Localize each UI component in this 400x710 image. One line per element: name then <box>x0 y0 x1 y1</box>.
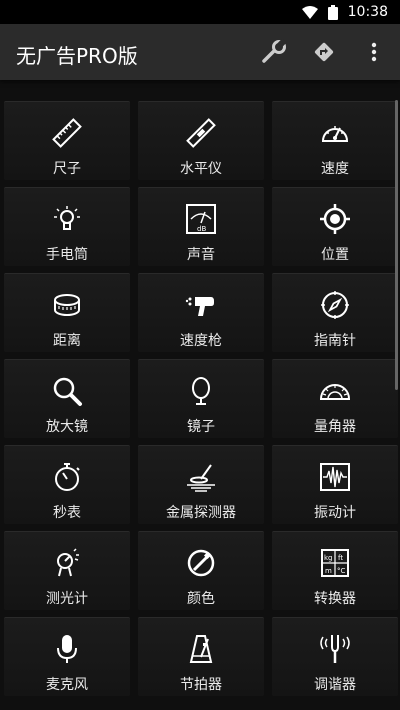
tool-label: 尺子 <box>53 161 81 177</box>
tool-converter[interactable]: kg ft m °C 转换器 <box>272 531 398 610</box>
tool-label: 声音 <box>187 247 215 263</box>
status-right: 10:38 <box>301 3 388 21</box>
tool-metal-detector[interactable]: 金属探测器 <box>138 445 264 524</box>
status-time: 10:38 <box>347 4 388 20</box>
tool-tuner[interactable]: 调谐器 <box>272 617 398 696</box>
svg-text:ft: ft <box>338 554 343 562</box>
tool-label: 位置 <box>321 247 349 263</box>
tool-label: 指南针 <box>314 333 356 349</box>
mirror-icon <box>184 374 218 408</box>
tool-microphone[interactable]: 麦克风 <box>4 617 130 696</box>
protractor-icon <box>318 374 352 408</box>
tool-label: 水平仪 <box>180 161 222 177</box>
tool-stopwatch[interactable]: 秒表 <box>4 445 130 524</box>
more-vert-icon <box>371 42 377 62</box>
metal-detector-icon <box>184 460 218 494</box>
scrollbar[interactable] <box>395 100 398 390</box>
tool-vibration[interactable]: 振动计 <box>272 445 398 524</box>
tool-protractor[interactable]: 量角器 <box>272 359 398 438</box>
speedometer-icon <box>318 116 352 150</box>
tool-light-meter[interactable]: 测光计 <box>4 531 130 610</box>
tool-label: 麦克风 <box>46 677 88 693</box>
more-options-button[interactable] <box>358 36 390 68</box>
navigation-icon <box>313 41 335 63</box>
tool-level[interactable]: 水平仪 <box>138 101 264 180</box>
tool-flashlight[interactable]: 手电筒 <box>4 187 130 266</box>
compass-icon <box>318 288 352 322</box>
tool-label: 速度 <box>321 161 349 177</box>
wrench-icon <box>261 39 287 65</box>
decibel-icon: dB <box>184 202 218 236</box>
vibration-icon <box>318 460 352 494</box>
svg-text:°C: °C <box>337 567 346 575</box>
svg-text:kg: kg <box>324 554 333 562</box>
converter-icon: kg ft m °C <box>318 546 352 580</box>
settings-button[interactable] <box>258 36 290 68</box>
tool-label: 镜子 <box>187 419 215 435</box>
battery-icon <box>327 4 338 20</box>
tool-location[interactable]: 位置 <box>272 187 398 266</box>
tool-label: 节拍器 <box>180 677 222 693</box>
tool-label: 金属探测器 <box>166 505 236 521</box>
tool-magnifier[interactable]: 放大镜 <box>4 359 130 438</box>
tool-color[interactable]: 颜色 <box>138 531 264 610</box>
tool-speed[interactable]: 速度 <box>272 101 398 180</box>
tool-label: 转换器 <box>314 591 356 607</box>
light-meter-icon <box>50 546 84 580</box>
tool-sound[interactable]: dB 声音 <box>138 187 264 266</box>
stopwatch-icon <box>50 460 84 494</box>
tool-label: 速度枪 <box>180 333 222 349</box>
appbar-actions <box>258 36 390 68</box>
tool-label: 放大镜 <box>46 419 88 435</box>
tool-metronome[interactable]: 节拍器 <box>138 617 264 696</box>
gps-target-icon <box>318 202 352 236</box>
tape-measure-icon <box>50 288 84 322</box>
ruler-icon <box>50 116 84 150</box>
app-bar: 无广告PRO版 <box>0 24 400 80</box>
tool-speed-gun[interactable]: 速度枪 <box>138 273 264 352</box>
magnifier-icon <box>50 374 84 408</box>
navigate-button[interactable] <box>308 36 340 68</box>
wifi-icon <box>301 5 318 19</box>
tool-label: 颜色 <box>187 591 215 607</box>
tool-label: 秒表 <box>53 505 81 521</box>
color-picker-icon <box>184 546 218 580</box>
tool-compass[interactable]: 指南针 <box>272 273 398 352</box>
tool-label: 测光计 <box>46 591 88 607</box>
tool-label: 调谐器 <box>314 677 356 693</box>
tool-label: 量角器 <box>314 419 356 435</box>
level-icon <box>184 116 218 150</box>
speed-gun-icon <box>184 288 218 322</box>
status-bar: 10:38 <box>0 0 400 24</box>
tools-grid: 尺子 水平仪 速度 手电筒 dB 声音 位置 距离 速度枪 指南针 放大镜 镜子… <box>4 101 398 696</box>
svg-text:m: m <box>325 567 332 575</box>
tool-ruler[interactable]: 尺子 <box>4 101 130 180</box>
flashlight-icon <box>50 202 84 236</box>
tool-label: 手电筒 <box>46 247 88 263</box>
microphone-icon <box>50 632 84 666</box>
tool-label: 振动计 <box>314 505 356 521</box>
metronome-icon <box>184 632 218 666</box>
tool-distance[interactable]: 距离 <box>4 273 130 352</box>
tuner-icon <box>318 632 352 666</box>
svg-text:dB: dB <box>197 225 206 233</box>
app-title: 无广告PRO版 <box>16 44 138 68</box>
tool-mirror[interactable]: 镜子 <box>138 359 264 438</box>
tool-label: 距离 <box>53 333 81 349</box>
